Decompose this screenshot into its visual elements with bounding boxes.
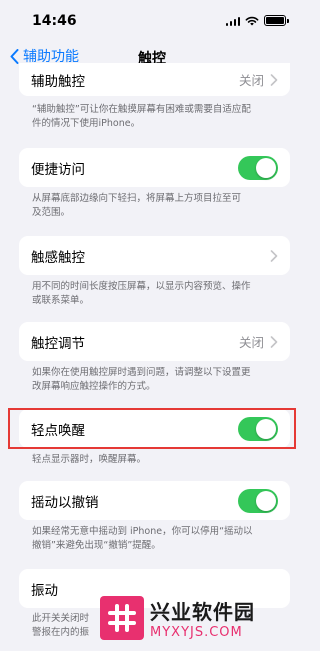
chevron-right-icon	[270, 249, 278, 262]
cellular-signal-icon	[225, 16, 240, 26]
status-time: 14:46	[32, 13, 77, 29]
row-label: 辅助触控	[31, 73, 85, 90]
reachability-footnote: 从屏幕底部边缘向下轻扫，将屏幕上方项目拉至可 及范围。	[32, 192, 282, 220]
tap-to-wake-footnote: 轻点显示器时，唤醒屏幕。	[32, 453, 282, 467]
footnote-line: “辅助触控”可让你在触摸屏幕有困难或需要自适应配	[32, 104, 251, 115]
footnote-line: 件的情况下使用iPhone。	[32, 118, 141, 129]
row-assistive-touch[interactable]: 辅助触控 关闭	[19, 63, 290, 96]
status-bar: 14:46	[0, 0, 304, 40]
row-label: 触感触控	[31, 249, 85, 266]
chevron-right-icon	[270, 73, 278, 86]
touch-accommodations-footnote: 如果你在使用触控屏时遇到问题，请调整以下设置更 改屏幕响应触控操作的方式。	[32, 366, 282, 394]
row-touch-accommodations[interactable]: 触控调节 关闭	[19, 322, 290, 361]
footnote-line: 如果经常无意中摇动到 iPhone，你可以停用“摇动以	[32, 526, 253, 537]
footnote-line: 用不同的时间长度按压屏幕，以显示内容预览、操作	[32, 281, 251, 292]
assistive-touch-footnote: “辅助触控”可让你在触摸屏幕有困难或需要自适应配 件的情况下使用iPhone。	[32, 103, 282, 131]
row-value: 关闭	[238, 73, 264, 88]
shake-to-undo-footnote: 如果经常无意中摇动到 iPhone，你可以停用“摇动以 撤销”来避免出现“撤销”…	[32, 525, 282, 553]
footnote-line: 从屏幕底部边缘向下轻扫，将屏幕上方项目拉至可	[32, 193, 242, 204]
row-label: 摇动以撤销	[31, 494, 99, 511]
hash-logo-icon	[100, 596, 144, 640]
status-icons	[225, 15, 289, 26]
footnote-line: 及范围。	[32, 207, 71, 218]
row-reachability: 便捷访问	[19, 148, 290, 187]
row-haptic-touch[interactable]: 触感触控	[19, 236, 290, 275]
shake-to-undo-toggle[interactable]	[238, 488, 278, 513]
battery-icon	[264, 15, 289, 26]
row-shake-to-undo: 摇动以撤销	[19, 481, 290, 520]
haptic-touch-footnote: 用不同的时间长度按压屏幕，以显示内容预览、操作 或联系菜单。	[32, 280, 282, 308]
site-watermark: 兴业软件园 MYXYJS.COM	[100, 589, 300, 647]
chevron-right-icon	[270, 335, 278, 348]
row-value: 关闭	[238, 335, 264, 350]
footnote-line: 改屏幕响应触控操作的方式。	[32, 381, 156, 392]
footnote-line: 或联系菜单。	[32, 295, 90, 306]
row-label: 便捷访问	[31, 161, 85, 178]
highlight-box	[8, 408, 296, 449]
footnote-line: 如果你在使用触控屏时遇到问题，请调整以下设置更	[32, 367, 251, 378]
watermark-title: 兴业软件园	[150, 600, 255, 624]
footnote-line: 撤销”来避免出现“撤销”提醒。	[32, 540, 161, 551]
footnote-line: 轻点显示器时，唤醒屏幕。	[32, 454, 147, 465]
row-label: 触控调节	[31, 335, 85, 352]
wifi-icon	[245, 16, 259, 25]
reachability-toggle[interactable]	[238, 155, 278, 180]
watermark-url: MYXYJS.COM	[150, 625, 243, 640]
